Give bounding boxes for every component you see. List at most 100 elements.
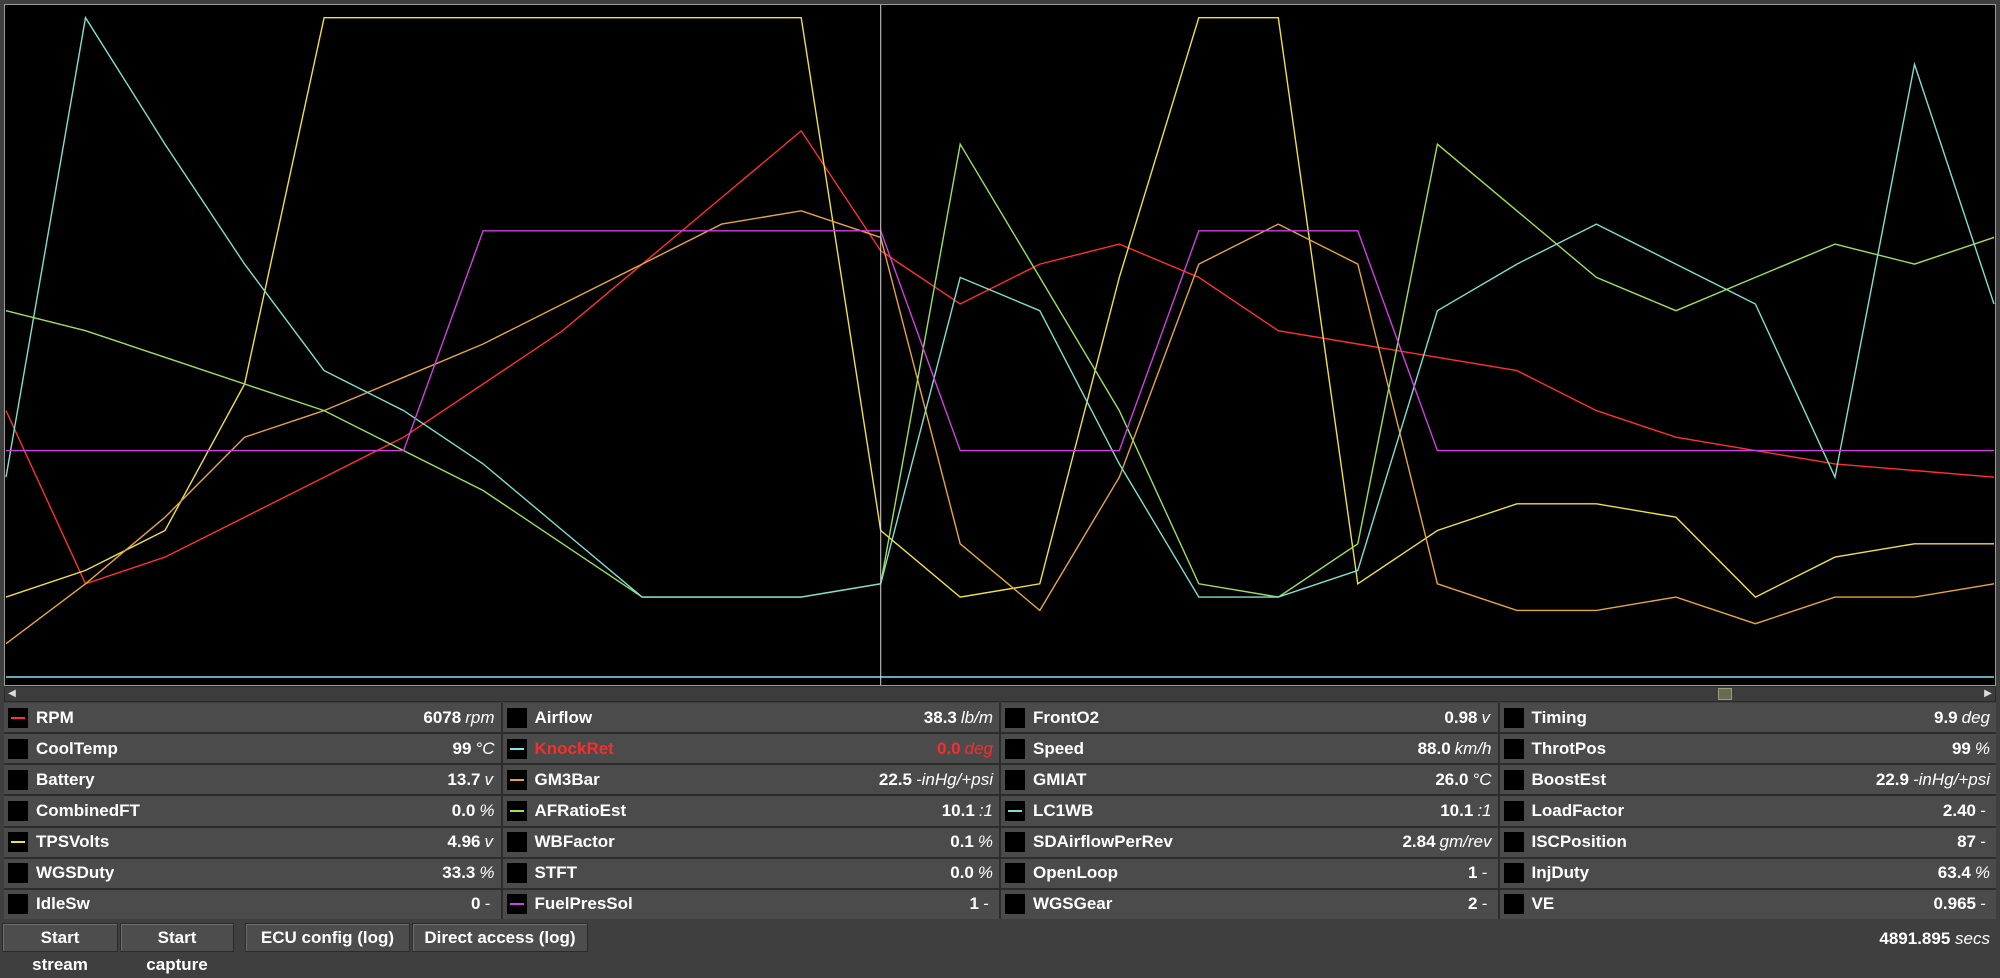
param-combinedft[interactable]: CombinedFT 0.0% (4, 796, 501, 826)
param-value: 2.84 (1402, 832, 1436, 852)
scroll-thumb[interactable] (1718, 688, 1732, 700)
param-color-swatch[interactable] (1005, 738, 1025, 759)
param-color-swatch[interactable] (8, 863, 28, 884)
param-color-swatch[interactable] (1503, 832, 1524, 853)
param-unit: lb/m (960, 707, 993, 727)
param-color-swatch[interactable] (506, 832, 527, 853)
param-value: 4.96 (447, 832, 481, 852)
series-line-rpm (5, 129, 1995, 585)
param-unit: deg (964, 738, 993, 758)
param-name: Airflow (534, 707, 593, 727)
param-unit: - (1481, 863, 1488, 883)
param-speed[interactable]: Speed 88.0 km/h (1001, 734, 1498, 764)
param-color-swatch[interactable] (506, 769, 527, 790)
param-lc1wb[interactable]: LC1WB 10.1:1 (1001, 796, 1498, 826)
param-unit: - (1980, 894, 1986, 914)
param-color-swatch[interactable] (1503, 800, 1524, 821)
param-color-swatch[interactable] (1503, 769, 1524, 790)
param-color-swatch[interactable] (1005, 832, 1025, 853)
param-fronto2[interactable]: FrontO2 0.98 v (1001, 703, 1498, 733)
param-color-swatch[interactable] (1503, 863, 1524, 884)
param-ve[interactable]: VE 0.965- (1499, 889, 1996, 919)
param-color-swatch[interactable] (1005, 800, 1025, 821)
ecu-config-log-button[interactable]: ECU config (log) (245, 923, 410, 952)
series-line-gm3bar (5, 210, 1995, 645)
param-sdairflowperrev[interactable]: SDAirflowPerRev 2.84 gm/rev (1001, 827, 1498, 857)
param-color-swatch[interactable] (8, 707, 28, 728)
param-color-swatch[interactable] (8, 894, 28, 915)
param-injduty[interactable]: InjDuty 63.4% (1499, 858, 1996, 888)
param-value: 38.3 (923, 707, 957, 727)
param-color-swatch[interactable] (506, 738, 527, 759)
param-color-swatch[interactable] (8, 832, 28, 853)
param-openloop[interactable]: OpenLoop 1- (1001, 858, 1498, 888)
param-unit: gm/rev (1439, 832, 1492, 852)
param-color-swatch[interactable] (506, 707, 527, 728)
log-graph-panel[interactable] (4, 4, 1996, 686)
param-value: 63.4 (1937, 863, 1971, 883)
param-iscposition[interactable]: ISCPosition 87- (1499, 827, 1996, 857)
param-idlesw[interactable]: IdleSw 0- (4, 889, 501, 919)
param-value: 10.1 (1440, 800, 1474, 820)
param-wgsduty[interactable]: WGSDuty 33.3% (4, 858, 501, 888)
param-unit: % (977, 863, 993, 883)
param-color-swatch[interactable] (1503, 894, 1524, 915)
param-name: Timing (1531, 707, 1587, 727)
param-unit: :1 (978, 800, 993, 820)
param-color-swatch[interactable] (1503, 707, 1524, 728)
param-color-swatch[interactable] (506, 894, 527, 915)
param-cooltemp[interactable]: CoolTemp 99 °C (4, 734, 501, 764)
param-timing[interactable]: Timing 9.9 deg (1499, 703, 1996, 733)
direct-access-log-button[interactable]: Direct access (log) (412, 923, 588, 952)
param-unit: % (1974, 738, 1990, 758)
param-wgsgear[interactable]: WGSGear 2- (1001, 889, 1498, 919)
log-graph[interactable] (5, 5, 1995, 685)
param-stft[interactable]: STFT 0.0% (502, 858, 999, 888)
param-unit: deg (1961, 707, 1990, 727)
param-unit: - (1481, 894, 1488, 914)
param-afratioest[interactable]: AFRatioEst 10.1:1 (502, 796, 999, 826)
param-value: 0.965 (1933, 894, 1976, 914)
param-loadfactor[interactable]: LoadFactor 2.40- (1499, 796, 1996, 826)
param-unit: v (1481, 707, 1491, 727)
param-tpsvolts[interactable]: TPSVolts 4.96 v (4, 827, 501, 857)
scroll-right-arrow-icon[interactable]: ▶ (1981, 687, 1995, 701)
param-throtpos[interactable]: ThrotPos 99% (1499, 734, 1996, 764)
param-knockret[interactable]: KnockRet 0.0 deg (502, 734, 999, 764)
param-color-swatch[interactable] (8, 769, 28, 790)
param-rpm[interactable]: RPM 6078 rpm (4, 703, 501, 733)
series-line-lc1wb (5, 15, 1995, 598)
param-value: 1 (969, 894, 979, 914)
param-boostest[interactable]: BoostEst 22.9 -inHg/+psi (1499, 765, 1996, 795)
param-gm3bar[interactable]: GM3Bar 22.5 -inHg/+psi (502, 765, 999, 795)
param-battery[interactable]: Battery 13.7 v (4, 765, 501, 795)
param-color-swatch[interactable] (1005, 769, 1025, 790)
param-color-swatch[interactable] (1005, 863, 1025, 884)
param-unit: - (1980, 800, 1986, 820)
param-unit: rpm (465, 707, 495, 727)
scroll-left-arrow-icon[interactable]: ◀ (5, 687, 19, 701)
param-wbfactor[interactable]: WBFactor 0.1% (502, 827, 999, 857)
start-capture-button[interactable]: Start capture (120, 923, 234, 974)
param-gmiat[interactable]: GMIAT 26.0 °C (1001, 765, 1498, 795)
param-name: ThrotPos (1531, 738, 1607, 758)
param-color-swatch[interactable] (1005, 707, 1025, 728)
param-color-swatch[interactable] (506, 863, 527, 884)
param-color-swatch[interactable] (506, 800, 527, 821)
param-airflow[interactable]: Airflow 38.3 lb/m (502, 703, 999, 733)
param-value: 13.7 (447, 769, 481, 789)
param-name: TPSVolts (36, 832, 110, 852)
start-stream-button[interactable]: Start stream (2, 923, 118, 974)
param-color-swatch[interactable] (8, 738, 28, 759)
timeline-scrollbar[interactable]: ◀ ▶ (4, 686, 1996, 702)
param-color-swatch[interactable] (1503, 738, 1524, 759)
param-value: 2 (1468, 894, 1478, 914)
param-fuelpressol[interactable]: FuelPresSol 1- (502, 889, 999, 919)
param-value: 0.0 (936, 738, 961, 758)
param-value: 22.5 (878, 769, 912, 789)
param-value: 0.1 (950, 832, 974, 852)
param-color-swatch[interactable] (8, 800, 28, 821)
param-name: FuelPresSol (534, 894, 633, 914)
param-value: 26.0 (1435, 769, 1469, 789)
param-color-swatch[interactable] (1005, 894, 1025, 915)
